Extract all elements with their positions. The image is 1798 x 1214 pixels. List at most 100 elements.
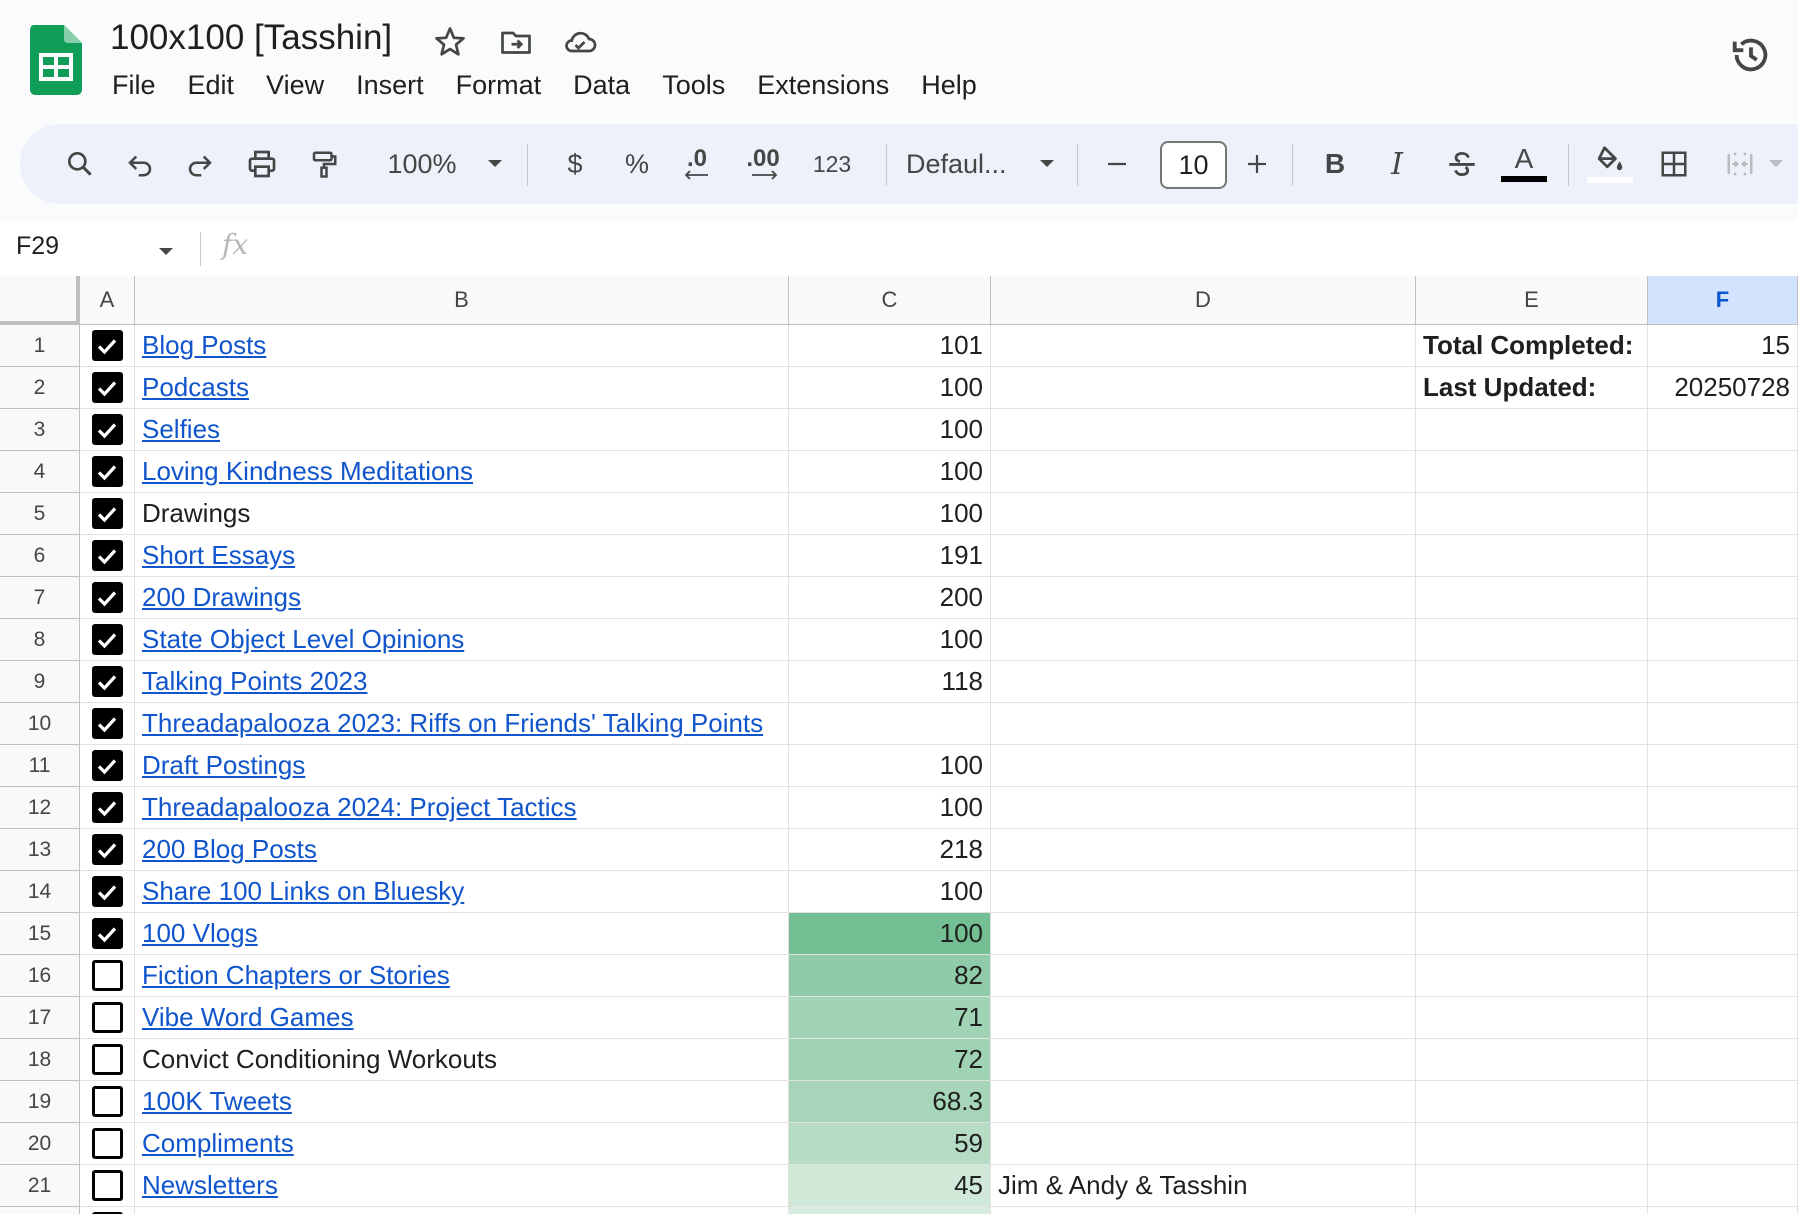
borders-icon[interactable] xyxy=(1646,124,1702,204)
checkbox-checked[interactable] xyxy=(91,876,123,907)
cell-e-label[interactable] xyxy=(1416,829,1648,871)
checkbox-checked[interactable] xyxy=(91,792,123,823)
zoom-dropdown-icon[interactable] xyxy=(480,124,510,204)
cell-d-note[interactable] xyxy=(991,1081,1416,1123)
fill-color-button[interactable] xyxy=(1580,124,1640,204)
row-header[interactable]: 6 xyxy=(0,535,80,577)
text-color-button[interactable]: A xyxy=(1496,124,1552,204)
project-link[interactable]: Compliments xyxy=(142,1128,294,1159)
cell-d-note[interactable] xyxy=(991,367,1416,409)
cell-f-value[interactable] xyxy=(1648,1207,1798,1214)
cell-a[interactable] xyxy=(80,745,135,787)
cell-d-note[interactable] xyxy=(991,745,1416,787)
cell-d-note[interactable] xyxy=(991,661,1416,703)
checkbox-checked[interactable] xyxy=(91,750,123,781)
cell-f-value[interactable]: 20250728 xyxy=(1648,367,1798,409)
menu-data[interactable]: Data xyxy=(557,66,646,105)
cell-e-label[interactable] xyxy=(1416,871,1648,913)
cell-e-label[interactable] xyxy=(1416,409,1648,451)
project-link[interactable]: Threadapalooza 2023: Riffs on Friends' T… xyxy=(142,708,763,739)
cell-d-note[interactable] xyxy=(991,325,1416,367)
cell-e-label[interactable] xyxy=(1416,997,1648,1039)
cell-d-note[interactable] xyxy=(991,451,1416,493)
cell-a[interactable] xyxy=(80,1081,135,1123)
menu-help[interactable]: Help xyxy=(905,66,993,105)
cell-b[interactable]: Short Essays xyxy=(135,535,789,577)
font-size-input[interactable]: 10 xyxy=(1160,141,1227,189)
cell-c-count[interactable]: 72 xyxy=(789,1039,991,1081)
cell-e-label[interactable] xyxy=(1416,451,1648,493)
cell-c-count[interactable]: 100 xyxy=(789,619,991,661)
row-header[interactable]: 10 xyxy=(0,703,80,745)
star-icon[interactable] xyxy=(432,24,472,60)
strikethrough-icon[interactable] xyxy=(1434,124,1490,204)
cell-f-value[interactable] xyxy=(1648,409,1798,451)
cell-b[interactable]: 100 Vlogs xyxy=(135,913,789,955)
project-link[interactable]: Newsletters xyxy=(142,1170,278,1201)
cell-e-label[interactable] xyxy=(1416,787,1648,829)
project-link[interactable]: Draft Postings xyxy=(142,750,305,781)
sheets-logo-icon[interactable] xyxy=(30,25,82,95)
cell-a[interactable] xyxy=(80,367,135,409)
cell-e-label[interactable] xyxy=(1416,493,1648,535)
cell-f-value[interactable] xyxy=(1648,451,1798,493)
checkbox[interactable] xyxy=(91,1128,123,1159)
cell-a[interactable] xyxy=(80,1123,135,1165)
row-header[interactable]: 17 xyxy=(0,997,80,1039)
project-link[interactable]: State Object Level Opinions xyxy=(142,624,464,655)
cell-a[interactable] xyxy=(80,619,135,661)
currency-format-button[interactable]: $ xyxy=(555,124,595,204)
cell-c-count[interactable]: 100 xyxy=(789,367,991,409)
cell-e-label[interactable] xyxy=(1416,619,1648,661)
cell-d-note[interactable] xyxy=(991,535,1416,577)
cell-b[interactable]: Drawings xyxy=(135,493,789,535)
column-header-c[interactable]: C xyxy=(789,276,991,325)
checkbox-checked[interactable] xyxy=(91,498,123,529)
cell-f-value[interactable] xyxy=(1648,1123,1798,1165)
cell-c-count[interactable]: 59 xyxy=(789,1123,991,1165)
cell-d-note[interactable] xyxy=(991,871,1416,913)
cell-a[interactable] xyxy=(80,661,135,703)
cell-b[interactable]: Blog Posts xyxy=(135,325,789,367)
checkbox-checked[interactable] xyxy=(91,456,123,487)
cell-a[interactable] xyxy=(80,871,135,913)
menu-file[interactable]: File xyxy=(96,66,172,105)
search-menus-icon[interactable] xyxy=(50,124,110,204)
row-header[interactable]: 12 xyxy=(0,787,80,829)
cell-f-value[interactable] xyxy=(1648,787,1798,829)
project-link[interactable]: Fiction Chapters or Stories xyxy=(142,960,450,991)
cell-e-label[interactable]: Total Completed: xyxy=(1416,325,1648,367)
cell-c-count[interactable]: 100 xyxy=(789,871,991,913)
row-header[interactable]: 13 xyxy=(0,829,80,871)
cell-a[interactable] xyxy=(80,913,135,955)
version-history-icon[interactable] xyxy=(1728,32,1774,78)
cell-a[interactable] xyxy=(80,829,135,871)
row-header[interactable]: 2 xyxy=(0,367,80,409)
project-link[interactable]: Threadapalooza 2024: Project Tactics xyxy=(142,792,577,823)
cell-c-count[interactable] xyxy=(789,703,991,745)
paint-format-icon[interactable] xyxy=(296,124,352,204)
cell-f-value[interactable] xyxy=(1648,1039,1798,1081)
checkbox-checked[interactable] xyxy=(91,414,123,445)
cell-f-value[interactable] xyxy=(1648,871,1798,913)
increase-decimal-button[interactable]: .00 xyxy=(735,124,791,204)
cell-a[interactable] xyxy=(80,535,135,577)
cell-b[interactable]: Compliments xyxy=(135,1123,789,1165)
increase-font-size-icon[interactable] xyxy=(1232,124,1282,204)
row-header[interactable]: 3 xyxy=(0,409,80,451)
italic-button[interactable]: I xyxy=(1372,124,1422,204)
cell-d-note[interactable] xyxy=(991,829,1416,871)
row-header[interactable]: 19 xyxy=(0,1081,80,1123)
cell-f-value[interactable] xyxy=(1648,535,1798,577)
cell-c-count[interactable]: 200 xyxy=(789,577,991,619)
menu-format[interactable]: Format xyxy=(440,66,558,105)
cell-e-label[interactable] xyxy=(1416,745,1648,787)
cell-b[interactable]: State Object Level Opinions xyxy=(135,619,789,661)
project-link[interactable]: Vibe Word Games xyxy=(142,1002,353,1033)
cell-d-note[interactable] xyxy=(991,493,1416,535)
cell-e-label[interactable] xyxy=(1416,1165,1648,1207)
cell-c-count[interactable]: 100 xyxy=(789,787,991,829)
more-formats-button[interactable]: 123 xyxy=(802,124,862,204)
cell-e-label[interactable]: Last Updated: xyxy=(1416,367,1648,409)
cell-b[interactable]: Newsletters xyxy=(135,1165,789,1207)
